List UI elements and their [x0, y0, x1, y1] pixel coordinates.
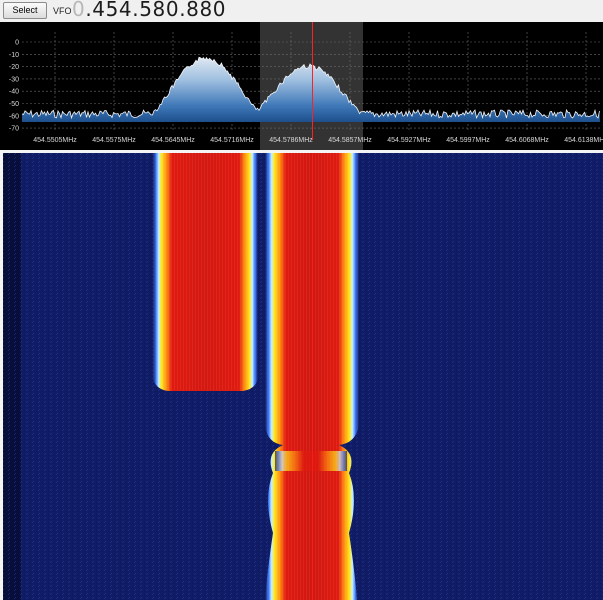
- y-tick-label: -60: [9, 113, 19, 120]
- x-tick-label: 454.5716MHz: [210, 137, 254, 144]
- x-tick-label: 454.6138MHz: [564, 137, 603, 144]
- y-tick-label: -40: [9, 89, 19, 96]
- x-tick-label: 454.5927MHz: [387, 137, 431, 144]
- x-tick-label: 454.5786MHz: [269, 137, 313, 144]
- vfo-label: VFO: [53, 6, 72, 16]
- vfo-frequency-display[interactable]: 0.454.580.880: [72, 0, 226, 21]
- y-tick-label: 0: [15, 40, 19, 47]
- spectrum-fill: [22, 57, 600, 122]
- waterfall-image: [3, 153, 603, 600]
- y-tick-label: -20: [9, 64, 19, 71]
- x-tick-label: 454.5857MHz: [328, 137, 372, 144]
- vfo-frequency-value: .454.580.880: [85, 0, 227, 21]
- toolbar: Select VFO 0.454.580.880: [0, 0, 603, 22]
- vfo-leading-digit: 0: [72, 0, 86, 21]
- spectrum-plot: 0 -10 -20 -30 -40 -50 -60 -70 454.5505MHz 454.55…: [9, 22, 603, 150]
- x-tick-label: 454.5997MHz: [446, 137, 490, 144]
- x-tick-label: 454.5505MHz: [33, 137, 77, 144]
- y-tick-label: -30: [9, 76, 19, 83]
- spectrum-analyzer[interactable]: 0 -10 -20 -30 -40 -50 -60 -70 454.5505MHz 454.55…: [0, 22, 603, 150]
- x-tick-label: 454.6068MHz: [505, 137, 549, 144]
- x-tick-label: 454.5575MHz: [92, 137, 136, 144]
- waterfall-display[interactable]: [3, 153, 603, 600]
- select-button[interactable]: Select: [3, 2, 47, 19]
- y-tick-label: -70: [9, 126, 19, 133]
- x-tick-label: 454.5645MHz: [151, 137, 195, 144]
- y-tick-label: -10: [9, 52, 19, 59]
- signal-fade-band: [275, 451, 347, 471]
- y-tick-label: -50: [9, 101, 19, 108]
- y-axis-labels: 0 -10 -20 -30 -40 -50 -60 -70: [9, 40, 19, 133]
- signal-trace-left-texture: [153, 153, 258, 391]
